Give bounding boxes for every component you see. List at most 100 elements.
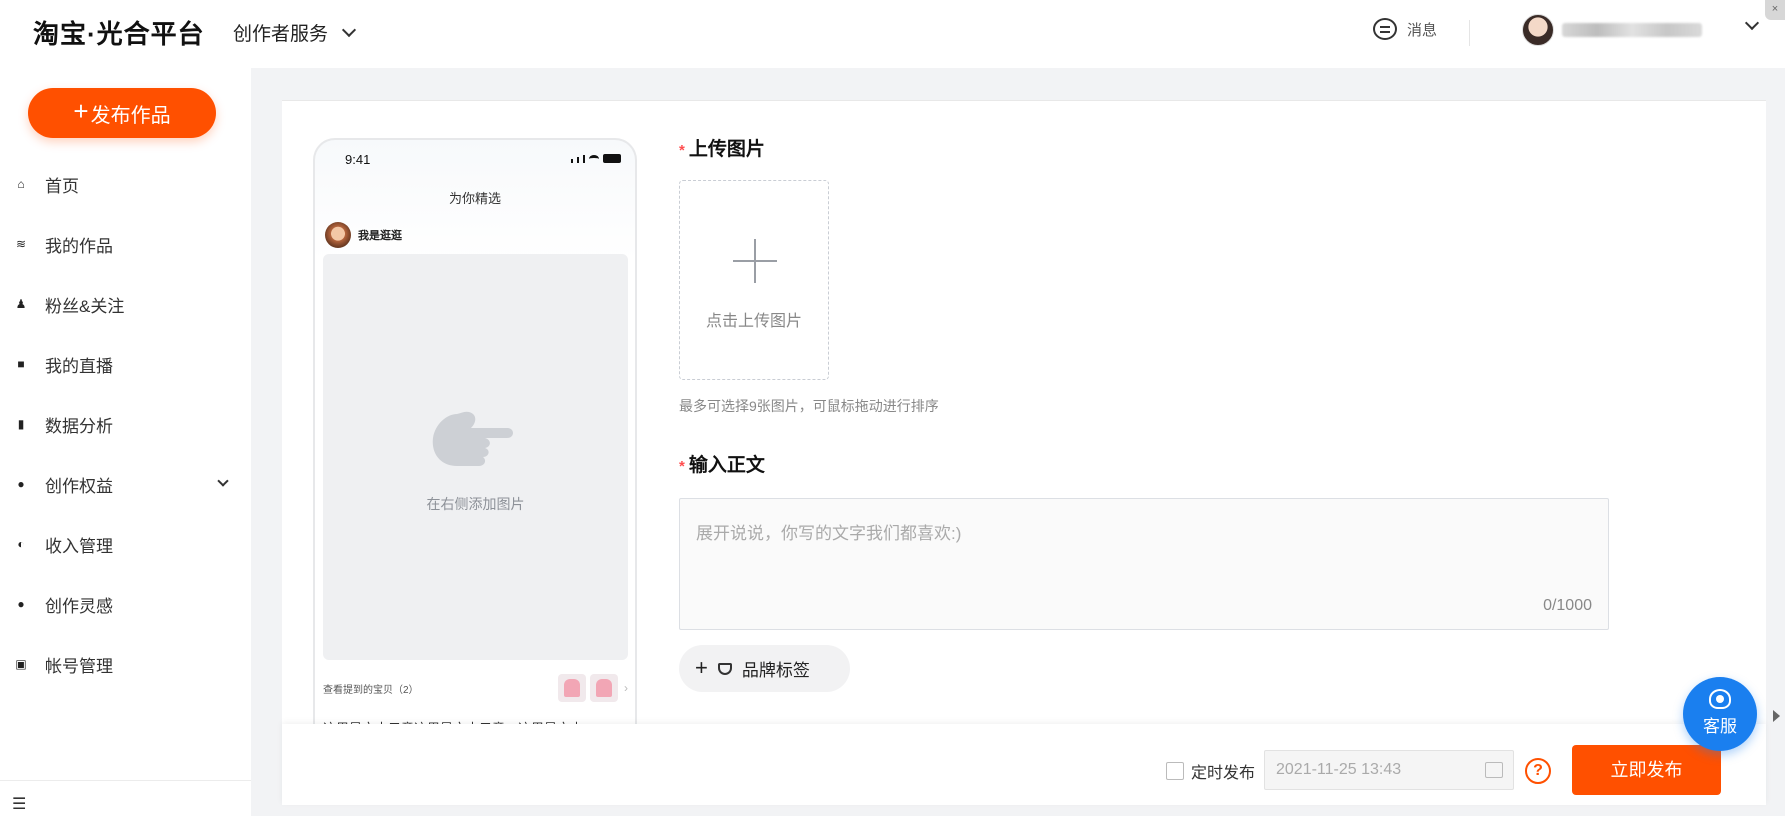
sidebar-item-home[interactable]: ⌂ 首页 xyxy=(0,154,251,214)
home-icon: ⌂ xyxy=(17,177,25,191)
calendar-icon xyxy=(1485,762,1503,778)
publish-work-label: 发布作品 xyxy=(90,104,171,127)
body-label: 输入正文 xyxy=(688,455,765,476)
bar-chart-icon: ▮ xyxy=(17,417,25,431)
close-icon[interactable]: × xyxy=(1765,0,1785,20)
top-bar: 淘宝·光合平台 创作者服务 消息 × xyxy=(0,0,1785,68)
sidebar-item-label: 我的作品 xyxy=(45,236,113,256)
wifi-icon xyxy=(589,155,599,163)
plus-icon: + xyxy=(73,96,89,126)
sidebar-item-label: 收入管理 xyxy=(45,536,113,556)
required-asterisk: * xyxy=(679,142,685,159)
collapse-sidebar-icon[interactable]: ☰ xyxy=(12,794,26,814)
pointing-hand-icon xyxy=(432,411,513,466)
user-chevron-down-icon[interactable] xyxy=(1744,15,1760,31)
divider xyxy=(0,780,251,781)
scheduled-checkbox[interactable] xyxy=(1166,762,1184,780)
service-dropdown[interactable]: 创作者服务 xyxy=(233,19,357,46)
phone-items-label: 查看提到的宝贝（2） xyxy=(323,684,419,696)
users-icon: ♟ xyxy=(15,297,27,311)
coins-icon: ◐ xyxy=(17,537,25,551)
sidebar-item-benefits[interactable]: ● 创作权益 xyxy=(0,454,251,514)
user-badge-icon: ● xyxy=(17,477,25,491)
phone-status-icons xyxy=(571,154,621,163)
char-count: 0/1000 xyxy=(1543,597,1592,614)
brand-tag-label: 品牌标签 xyxy=(741,661,810,680)
video-icon: ■ xyxy=(17,357,25,371)
sidebar-nav: ⌂ 首页 ≋ 我的作品 ♟ 粉丝&关注 ■ 我的直播 ▮ 数据分析 ● 创作权益… xyxy=(0,154,251,694)
logo[interactable]: 淘宝·光合平台 xyxy=(33,14,205,51)
customer-service-button[interactable]: 客服 xyxy=(1683,677,1757,751)
avatar xyxy=(325,222,351,248)
avatar xyxy=(1522,14,1554,46)
messages-button[interactable]: 消息 xyxy=(1373,18,1437,40)
battery-icon xyxy=(603,154,621,163)
sidebar-item-analytics[interactable]: ▮ 数据分析 xyxy=(0,394,251,454)
sidebar-item-inspiration[interactable]: ● 创作灵感 xyxy=(0,574,251,634)
sidebar-item-account[interactable]: ▣ 帐号管理 xyxy=(0,634,251,694)
scheduled-label: 定时发布 xyxy=(1191,765,1256,782)
footer-bar: 定时发布 2021-11-25 13:43 ? 立即发布 xyxy=(282,724,1766,805)
signal-icon xyxy=(577,157,579,163)
phone-items-row: 查看提到的宝贝（2） › xyxy=(323,674,628,702)
sidebar-item-live[interactable]: ■ 我的直播 xyxy=(0,334,251,394)
datetime-input[interactable]: 2021-11-25 13:43 xyxy=(1264,750,1514,790)
phone-feed-title: 为你精选 xyxy=(448,191,501,206)
id-card-icon: ▣ xyxy=(15,657,27,671)
customer-service-label: 客服 xyxy=(1703,717,1737,736)
sidebar-item-label: 创作权益 xyxy=(45,476,113,496)
body-label-row: * 输入正文 xyxy=(679,450,765,477)
diamond-icon xyxy=(717,662,732,675)
sidebar-item-label: 粉丝&关注 xyxy=(45,296,125,316)
upload-image-button[interactable]: 点击上传图片 xyxy=(679,180,829,380)
message-icon xyxy=(1373,18,1397,40)
sidebar-item-label: 创作灵感 xyxy=(45,596,113,616)
divider xyxy=(282,100,1766,101)
user-menu[interactable] xyxy=(1522,14,1702,46)
product-thumbnail xyxy=(558,674,586,702)
phone-user: 我是逛逛 xyxy=(325,222,402,248)
scheduled-publish-toggle[interactable]: 定时发布 xyxy=(1166,759,1255,783)
upload-image-text: 点击上传图片 xyxy=(705,313,802,330)
product-thumbnail xyxy=(590,674,618,702)
layers-icon: ≋ xyxy=(15,237,27,251)
publish-work-button[interactable]: + 发布作品 xyxy=(28,88,216,138)
upload-hint: 最多可选择9张图片，可鼠标拖动进行排序 xyxy=(679,398,939,414)
chevron-down-icon xyxy=(217,475,229,487)
phone-time: 9:41 xyxy=(345,152,371,167)
sidebar-item-label: 我的直播 xyxy=(45,356,113,376)
upload-label: 上传图片 xyxy=(688,139,765,160)
brand-tag-button[interactable]: + 品牌标签 xyxy=(679,645,850,692)
chevron-right-icon: › xyxy=(624,681,628,695)
publish-now-button[interactable]: 立即发布 xyxy=(1572,745,1721,795)
flame-icon: ● xyxy=(17,597,25,611)
sidebar-item-my-works[interactable]: ≋ 我的作品 xyxy=(0,214,251,274)
sidebar: + 发布作品 ⌂ 首页 ≋ 我的作品 ♟ 粉丝&关注 ■ 我的直播 ▮ 数据分析… xyxy=(0,68,251,816)
main-content: 9:41 为你精选 我是逛逛 在右侧添加图片 查看提到的宝贝（2） › 这里是文… xyxy=(282,100,1766,805)
datetime-value: 2021-11-25 13:43 xyxy=(1276,761,1402,778)
sidebar-item-label: 首页 xyxy=(45,176,79,196)
sidebar-item-income[interactable]: ◐ 收入管理 xyxy=(0,514,251,574)
sidebar-item-label: 数据分析 xyxy=(45,416,113,436)
plus-icon: + xyxy=(695,654,708,680)
phone-hint: 在右侧添加图片 xyxy=(426,496,525,512)
divider xyxy=(1469,20,1470,46)
expand-arrow-icon[interactable] xyxy=(1773,710,1780,722)
service-label: 创作者服务 xyxy=(233,24,329,45)
messages-label: 消息 xyxy=(1407,21,1438,39)
sidebar-item-fans[interactable]: ♟ 粉丝&关注 xyxy=(0,274,251,334)
chevron-down-icon xyxy=(341,22,357,37)
headset-icon xyxy=(1709,689,1731,709)
body-textarea[interactable]: 展开说说，你写的文字我们都喜欢:) 0/1000 xyxy=(679,498,1609,630)
upload-label-row: * 上传图片 xyxy=(679,134,765,161)
phone-image-placeholder: 在右侧添加图片 xyxy=(323,254,628,660)
sidebar-item-label: 帐号管理 xyxy=(45,656,113,676)
plus-icon xyxy=(733,239,777,283)
required-asterisk: * xyxy=(679,458,685,475)
signal-icon xyxy=(571,159,573,163)
phone-preview: 9:41 为你精选 我是逛逛 在右侧添加图片 查看提到的宝贝（2） › 这里是文… xyxy=(313,138,637,728)
body-placeholder: 展开说说，你写的文字我们都喜欢:) xyxy=(696,524,962,543)
signal-icon xyxy=(583,155,585,163)
help-icon[interactable]: ? xyxy=(1525,758,1551,784)
phone-username: 我是逛逛 xyxy=(358,230,402,242)
